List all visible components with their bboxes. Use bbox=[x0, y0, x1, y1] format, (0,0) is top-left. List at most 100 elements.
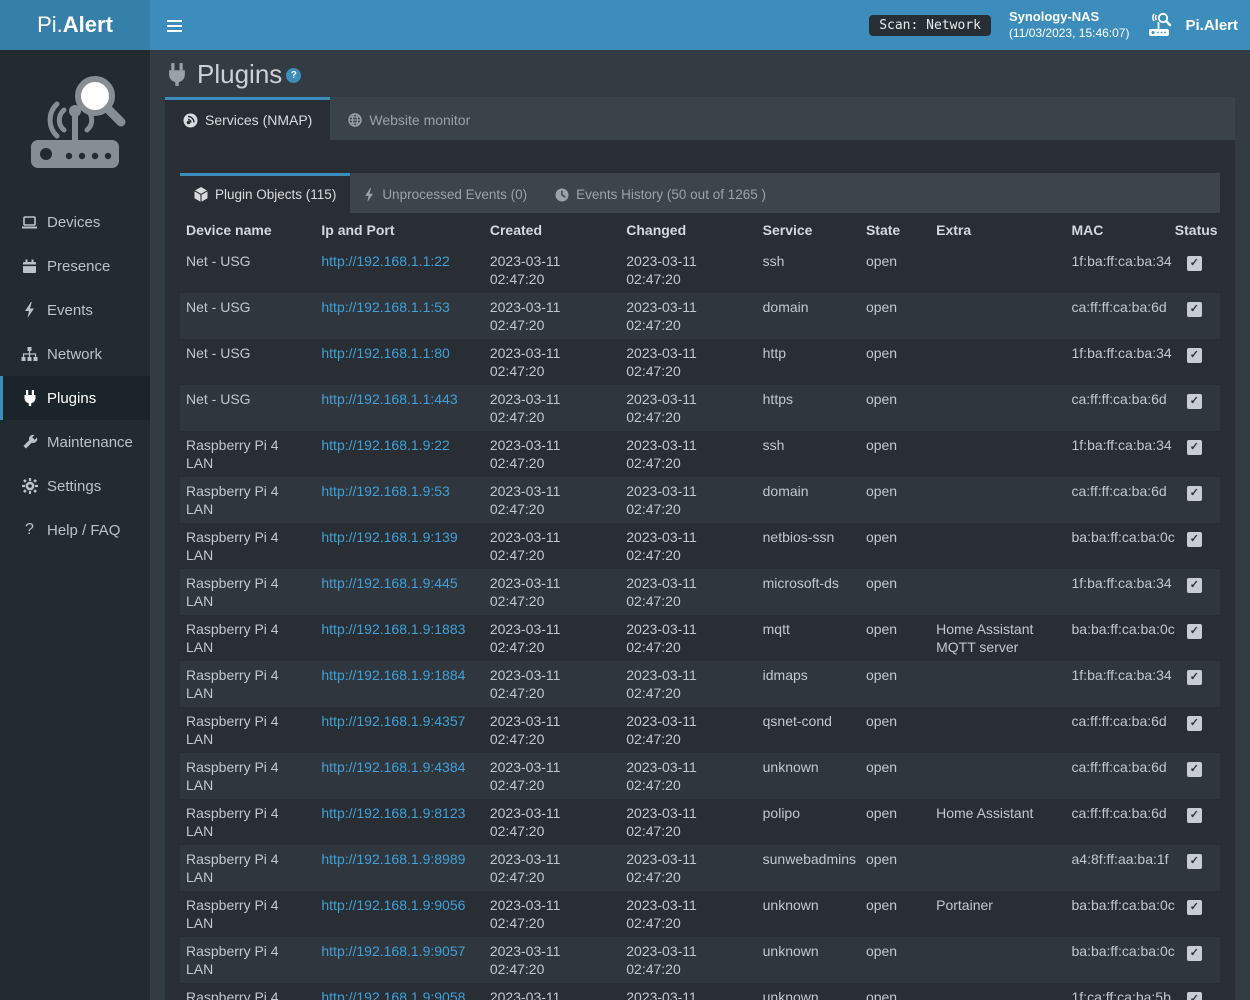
status-cell: ✓ bbox=[1169, 707, 1220, 753]
created-cell: 2023-03-11 02:47:20 bbox=[484, 799, 620, 845]
ip-port-link[interactable]: http://192.168.1.9:139 bbox=[321, 529, 457, 545]
brand-logo[interactable]: Pi.Alert bbox=[0, 0, 150, 50]
status-checkbox[interactable]: ✓ bbox=[1187, 670, 1202, 685]
created-cell: 2023-03-11 02:47:20 bbox=[484, 753, 620, 799]
status-checkbox[interactable]: ✓ bbox=[1187, 808, 1202, 823]
ip-port-link[interactable]: http://192.168.1.9:9056 bbox=[321, 897, 465, 913]
subtab-plugin-objects[interactable]: Plugin Objects (115) bbox=[180, 173, 350, 213]
wrench-icon bbox=[21, 434, 38, 450]
col-header-ip-and-port: Ip and Port bbox=[315, 213, 483, 247]
ip-port-link[interactable]: http://192.168.1.9:445 bbox=[321, 575, 457, 591]
mac-cell: ba:ba:ff:ca:ba:0c bbox=[1066, 891, 1169, 937]
subtab-events-history[interactable]: Events History (50 out of 1265 ) bbox=[541, 173, 780, 213]
page-title: Plugins bbox=[197, 59, 282, 90]
host-name: Synology-NAS bbox=[1009, 8, 1130, 25]
status-cell: ✓ bbox=[1169, 431, 1220, 477]
created-cell: 2023-03-11 02:47:20 bbox=[484, 339, 620, 385]
ip-port-cell: http://192.168.1.9:4357 bbox=[315, 707, 483, 753]
ip-port-link[interactable]: http://192.168.1.9:4357 bbox=[321, 713, 465, 729]
sidebar-item-settings[interactable]: Settings bbox=[0, 464, 150, 508]
sidebar-item-maintenance[interactable]: Maintenance bbox=[0, 420, 150, 464]
device-name-cell: Raspberry Pi 4 LAN bbox=[180, 799, 315, 845]
tab-website-monitor[interactable]: Website monitor bbox=[330, 97, 488, 140]
sidebar-item-network[interactable]: Network bbox=[0, 332, 150, 376]
col-header-created: Created bbox=[484, 213, 620, 247]
status-checkbox[interactable]: ✓ bbox=[1187, 578, 1202, 593]
created-cell: 2023-03-11 02:47:20 bbox=[484, 707, 620, 753]
hamburger-icon[interactable] bbox=[163, 15, 187, 35]
ip-port-link[interactable]: http://192.168.1.1:22 bbox=[321, 253, 449, 269]
ip-port-cell: http://192.168.1.9:9056 bbox=[315, 891, 483, 937]
ip-port-link[interactable]: http://192.168.1.9:1883 bbox=[321, 621, 465, 637]
changed-cell: 2023-03-11 02:47:20 bbox=[620, 569, 756, 615]
sidebar-item-label: Presence bbox=[47, 258, 110, 275]
status-checkbox[interactable]: ✓ bbox=[1187, 486, 1202, 501]
status-checkbox[interactable]: ✓ bbox=[1187, 532, 1202, 547]
device-name-cell: Net - USG bbox=[180, 293, 315, 339]
changed-cell: 2023-03-11 02:47:20 bbox=[620, 615, 756, 661]
ip-port-link[interactable]: http://192.168.1.9:4384 bbox=[321, 759, 465, 775]
ip-port-link[interactable]: http://192.168.1.9:22 bbox=[321, 437, 449, 453]
changed-cell: 2023-03-11 02:47:20 bbox=[620, 845, 756, 891]
ip-port-link[interactable]: http://192.168.1.9:9058 bbox=[321, 989, 465, 1000]
ip-port-link[interactable]: http://192.168.1.9:53 bbox=[321, 483, 449, 499]
status-checkbox[interactable]: ✓ bbox=[1187, 946, 1202, 961]
service-cell: domain bbox=[757, 293, 860, 339]
subtab-unprocessed-events[interactable]: Unprocessed Events (0) bbox=[350, 173, 541, 213]
ip-port-link[interactable]: http://192.168.1.9:1884 bbox=[321, 667, 465, 683]
main-tab-bar: Services (NMAP) Website monitor bbox=[165, 97, 1235, 140]
status-checkbox[interactable]: ✓ bbox=[1187, 394, 1202, 409]
status-checkbox[interactable]: ✓ bbox=[1187, 762, 1202, 777]
ip-port-link[interactable]: http://192.168.1.1:443 bbox=[321, 391, 457, 407]
changed-cell: 2023-03-11 02:47:20 bbox=[620, 523, 756, 569]
status-checkbox[interactable]: ✓ bbox=[1187, 302, 1202, 317]
status-cell: ✓ bbox=[1169, 293, 1220, 339]
bolt-icon bbox=[21, 302, 38, 318]
sidebar-item-plugins[interactable]: Plugins bbox=[0, 376, 150, 420]
ip-port-cell: http://192.168.1.9:9058 bbox=[315, 983, 483, 1000]
sidebar-item-help-faq[interactable]: ? Help / FAQ bbox=[0, 508, 150, 552]
help-badge[interactable]: ? bbox=[286, 68, 301, 83]
ip-port-cell: http://192.168.1.9:8989 bbox=[315, 845, 483, 891]
extra-cell bbox=[930, 339, 1065, 385]
status-checkbox[interactable]: ✓ bbox=[1187, 992, 1202, 1000]
ip-port-cell: http://192.168.1.1:53 bbox=[315, 293, 483, 339]
mac-cell: ba:ba:ff:ca:ba:0c bbox=[1066, 615, 1169, 661]
sidebar-item-devices[interactable]: Devices bbox=[0, 200, 150, 244]
host-info: Synology-NAS (11/03/2023, 15:46:07) bbox=[1009, 8, 1130, 42]
sidebar-menu: Devices Presence Events Network Plugins … bbox=[0, 200, 150, 552]
ip-port-cell: http://192.168.1.9:8123 bbox=[315, 799, 483, 845]
status-checkbox[interactable]: ✓ bbox=[1187, 900, 1202, 915]
ip-port-link[interactable]: http://192.168.1.1:80 bbox=[321, 345, 449, 361]
sidebar-item-events[interactable]: Events bbox=[0, 288, 150, 332]
ip-port-cell: http://192.168.1.9:53 bbox=[315, 477, 483, 523]
extra-cell bbox=[930, 293, 1065, 339]
sidebar-item-label: Network bbox=[47, 346, 102, 363]
service-cell: qsnet-cond bbox=[757, 707, 860, 753]
status-checkbox[interactable]: ✓ bbox=[1187, 716, 1202, 731]
status-checkbox[interactable]: ✓ bbox=[1187, 440, 1202, 455]
ip-port-link[interactable]: http://192.168.1.9:8123 bbox=[321, 805, 465, 821]
ip-port-cell: http://192.168.1.9:4384 bbox=[315, 753, 483, 799]
status-checkbox[interactable]: ✓ bbox=[1187, 256, 1202, 271]
sidebar-item-label: Plugins bbox=[47, 390, 96, 407]
state-cell: open bbox=[860, 339, 930, 385]
sidebar-item-presence[interactable]: Presence bbox=[0, 244, 150, 288]
tab-services-nmap[interactable]: Services (NMAP) bbox=[165, 97, 330, 140]
status-checkbox[interactable]: ✓ bbox=[1187, 624, 1202, 639]
ip-port-link[interactable]: http://192.168.1.9:8989 bbox=[321, 851, 465, 867]
status-checkbox[interactable]: ✓ bbox=[1187, 348, 1202, 363]
state-cell: open bbox=[860, 661, 930, 707]
ip-port-link[interactable]: http://192.168.1.1:53 bbox=[321, 299, 449, 315]
device-name-cell: Raspberry Pi 4 LAN bbox=[180, 753, 315, 799]
gear-icon bbox=[21, 478, 38, 494]
mac-cell: 1f:ba:ff:ca:ba:34 bbox=[1066, 247, 1169, 293]
table-row: Raspberry Pi 4 LAN http://192.168.1.9:438… bbox=[180, 753, 1220, 799]
created-cell: 2023-03-11 02:47:20 bbox=[484, 293, 620, 339]
status-checkbox[interactable]: ✓ bbox=[1187, 854, 1202, 869]
device-name-cell: Raspberry Pi 4 LAN bbox=[180, 661, 315, 707]
ip-port-link[interactable]: http://192.168.1.9:9057 bbox=[321, 943, 465, 959]
table-row: Net - USGhttp://192.168.1.1:222023-03-11… bbox=[180, 247, 1220, 293]
table-row: Raspberry Pi 4 LANhttp://192.168.1.9:445… bbox=[180, 569, 1220, 615]
ip-port-cell: http://192.168.1.1:443 bbox=[315, 385, 483, 431]
